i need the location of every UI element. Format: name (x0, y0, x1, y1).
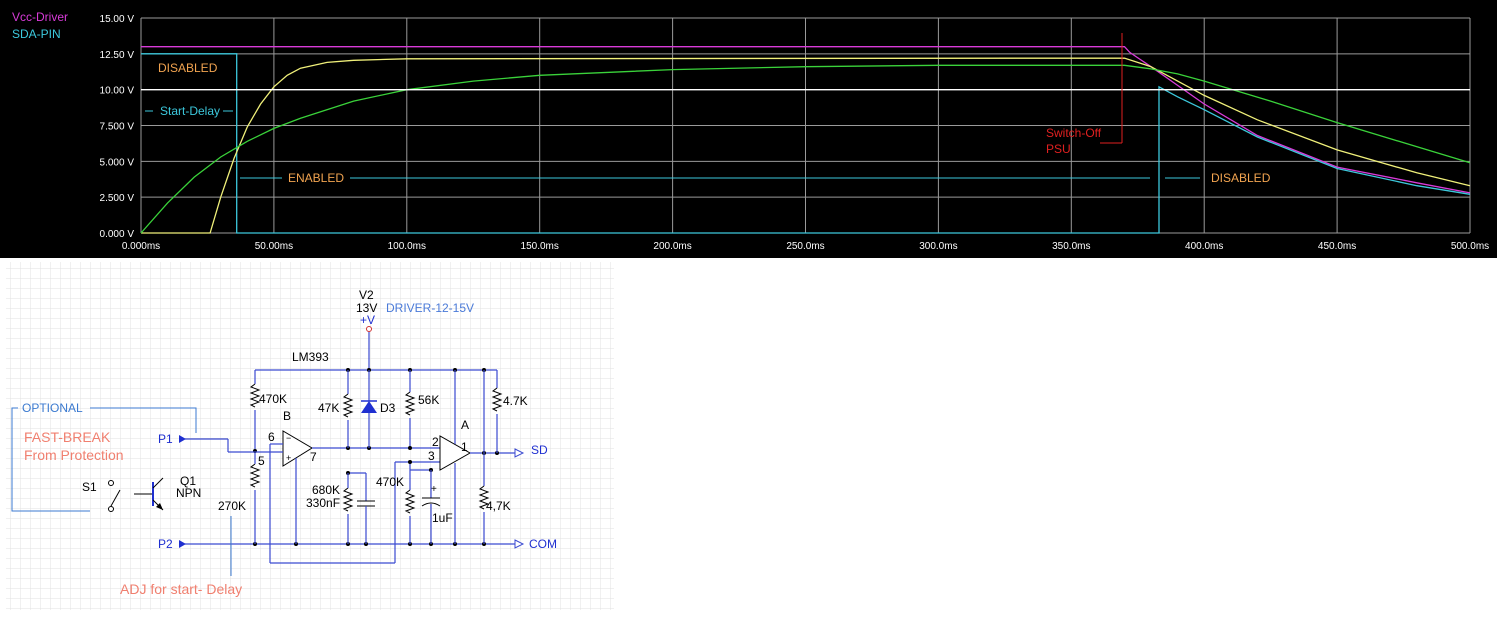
y-tick-label: 7.500 V (100, 122, 135, 133)
b-pin-6: 6 (268, 430, 275, 444)
switch-label: S1 (82, 480, 97, 494)
port-com: COM (529, 537, 557, 551)
x-tick-label: 300.0ms (919, 241, 957, 252)
svg-text:−: − (286, 433, 291, 443)
y-tick-label: 2.500 V (100, 193, 135, 204)
r8-label: 4,7K (486, 499, 511, 513)
a-pin-1: 1 (461, 440, 468, 454)
plot-grid (140, 17, 1471, 234)
annotation-disabled-left: DISABLED (158, 61, 218, 75)
adj-note: ADJ for start- Delay (120, 581, 242, 597)
a-pin-2: 2 (432, 435, 439, 449)
annotation-disabled-right: DISABLED (1211, 171, 1271, 185)
x-tick-label: 200.0ms (653, 241, 691, 252)
transient-plot: 0.000 V 2.500 V 5.000 V 7.500 V 10.00 V 12.50… (0, 0, 1497, 258)
port-p1: P1 (158, 432, 173, 446)
x-tick-label: 350.0ms (1052, 241, 1090, 252)
diode-label: D3 (380, 401, 396, 415)
annotation-enabled: ENABLED (288, 171, 344, 185)
transistor-type: NPN (176, 486, 201, 500)
fast-break-line1: FAST-BREAK (24, 429, 111, 445)
annotation-psu: PSU (1046, 142, 1071, 156)
x-axis-ticks: 0.000ms 50.00ms 100.0ms 150.0ms 200.0ms 250.0… (122, 241, 1489, 252)
b-pin-5: 5 (258, 454, 265, 468)
y-axis-ticks: 0.000 V 2.500 V 5.000 V 7.500 V 10.00 V 12.50… (100, 14, 135, 240)
b-pin-7: 7 (310, 450, 317, 464)
r4-label: 4.7K (503, 394, 528, 408)
y-tick-label: 15.00 V (100, 14, 135, 25)
port-p2: P2 (158, 537, 173, 551)
fast-break-line2: From Protection (24, 447, 124, 463)
comparator-a-label: A (461, 418, 469, 432)
r5-label: 270K (218, 499, 246, 513)
supply-label: DRIVER-12-15V (386, 301, 474, 315)
comparator-b-label: B (283, 409, 291, 423)
x-tick-label: 450.0ms (1318, 241, 1356, 252)
legend-vcc-driver: Vcc-Driver (12, 10, 68, 24)
supply-name: V2 (359, 288, 374, 302)
x-tick-label: 400.0ms (1185, 241, 1223, 252)
cap2-label: 1uF (432, 511, 453, 525)
supply-terminal: +V (360, 313, 375, 327)
y-tick-label: 12.50 V (100, 50, 135, 61)
circuit-schematic: V2 13V +V DRIVER-12-15V LM393 COM 470K 2… (6, 262, 614, 610)
annotation-switch-off: Switch-Off (1046, 126, 1102, 140)
r3-label: 56K (418, 393, 439, 407)
y-tick-label: 0.000 V (100, 229, 135, 240)
x-tick-label: 150.0ms (521, 241, 559, 252)
annotation-start-delay: Start-Delay (160, 104, 220, 118)
svg-text:+: + (431, 484, 437, 495)
port-sd: SD (531, 443, 548, 457)
r2-label: 47K (318, 401, 339, 415)
optional-label: OPTIONAL (22, 401, 83, 415)
r7-label: 470K (376, 475, 404, 489)
x-tick-label: 500.0ms (1451, 241, 1489, 252)
r6-label: 680K (312, 483, 340, 497)
y-tick-label: 10.00 V (100, 86, 135, 97)
cap1-label: 330nF (306, 496, 340, 510)
x-tick-label: 250.0ms (786, 241, 824, 252)
r1-label: 470K (259, 392, 287, 406)
ic-label: LM393 (292, 350, 329, 364)
legend-sda-pin: SDA-PIN (12, 27, 61, 41)
y-tick-label: 5.000 V (100, 157, 135, 168)
x-tick-label: 50.00ms (255, 241, 293, 252)
x-tick-label: 100.0ms (388, 241, 426, 252)
a-pin-3: 3 (428, 449, 435, 463)
x-tick-label: 0.000ms (122, 241, 160, 252)
svg-text:+: + (286, 453, 291, 463)
